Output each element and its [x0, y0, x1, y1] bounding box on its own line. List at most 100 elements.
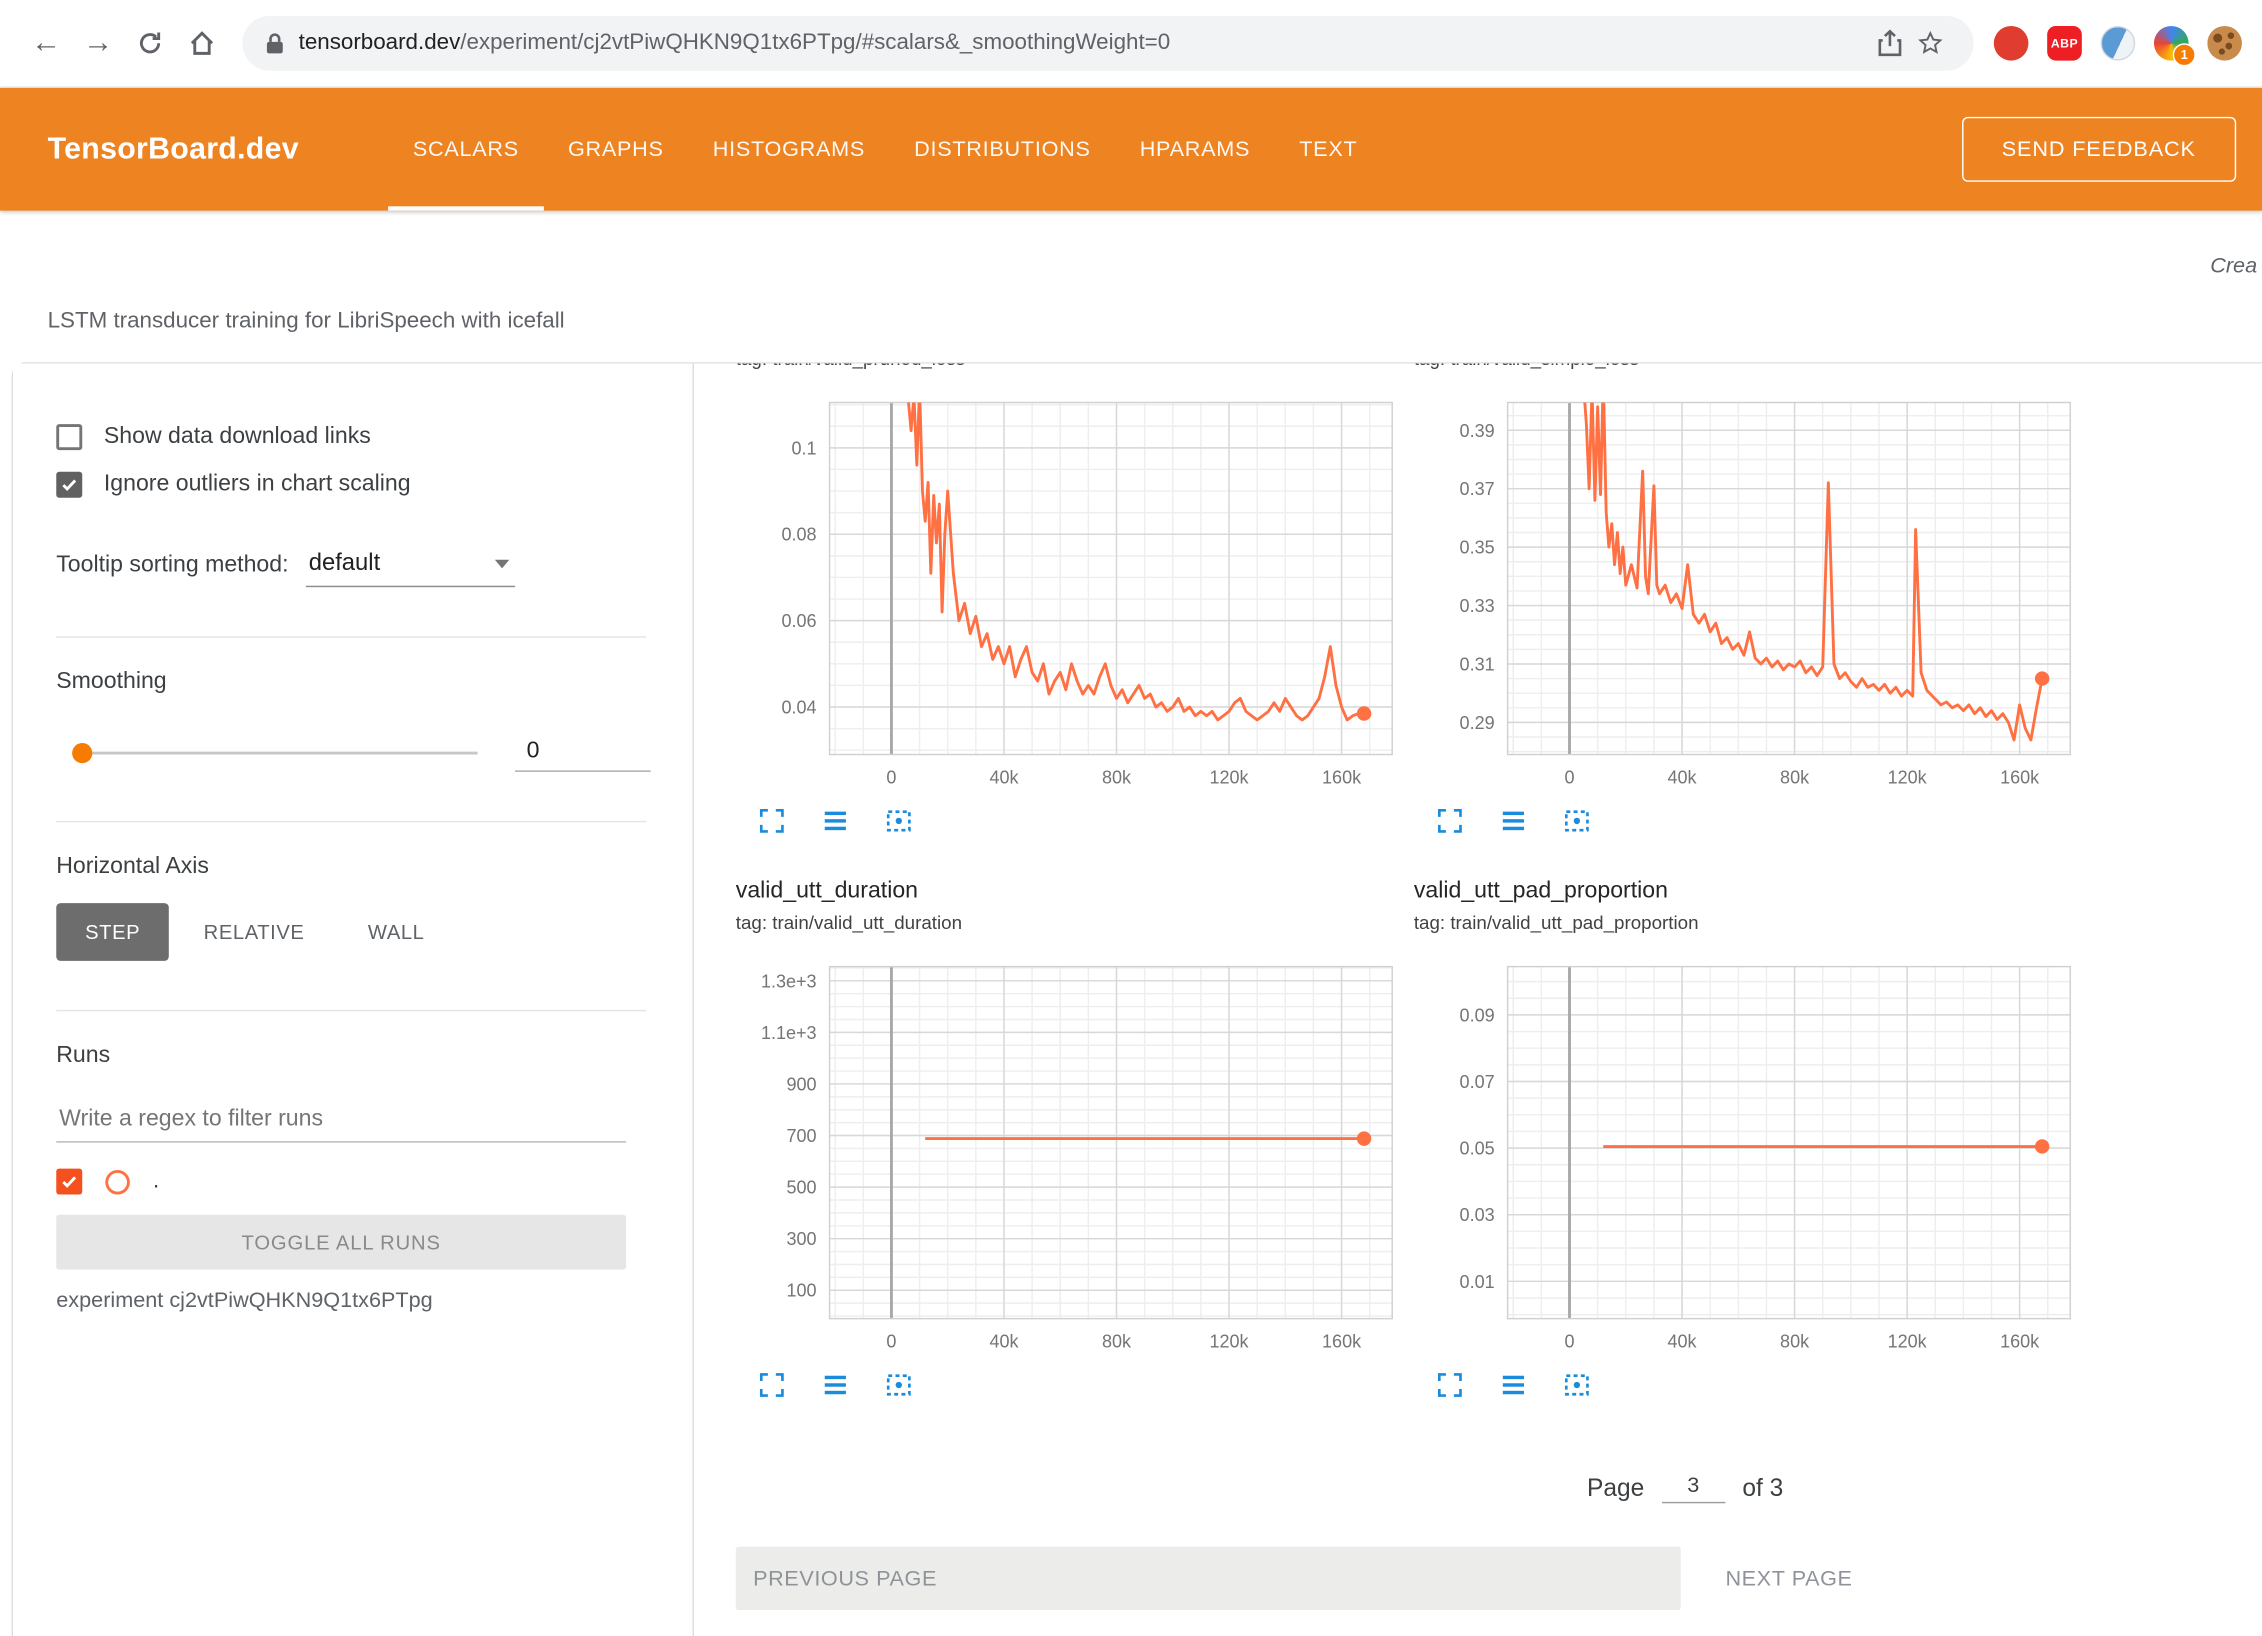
forward-button[interactable]: →: [72, 17, 124, 69]
extension-adblock-icon[interactable]: [1994, 26, 2029, 61]
svg-text:0.01: 0.01: [1460, 1272, 1495, 1292]
svg-text:80k: 80k: [1780, 1331, 1810, 1351]
tab-scalars[interactable]: SCALARS: [388, 88, 543, 211]
send-feedback-button[interactable]: SEND FEEDBACK: [1961, 117, 2236, 182]
bookmark-button[interactable]: [1910, 23, 1950, 63]
tab-text[interactable]: TEXT: [1275, 88, 1382, 211]
svg-text:0.39: 0.39: [1460, 421, 1495, 441]
svg-text:0.08: 0.08: [781, 525, 816, 545]
chart-card-valid-utt-duration: valid_utt_duration tag: train/valid_utt_…: [736, 874, 1400, 1411]
axis-wall-button[interactable]: WALL: [339, 903, 453, 961]
svg-text:40k: 40k: [1668, 1331, 1698, 1351]
chart-plot[interactable]: 040k80k120k160k0.290.310.330.350.370.39: [1414, 391, 2078, 795]
tooltip-sorting-select[interactable]: default: [306, 550, 515, 588]
expand-chart-icon[interactable]: [756, 805, 788, 837]
tab-hparams[interactable]: HPARAMS: [1115, 88, 1275, 211]
url-domain: tensorboard.dev: [299, 30, 461, 55]
svg-text:500: 500: [787, 1178, 817, 1198]
show-download-links-label: Show data download links: [104, 424, 371, 450]
smoothing-label: Smoothing: [56, 669, 692, 695]
horizontal-axis-buttons: STEP RELATIVE WALL: [56, 903, 692, 961]
chart-plot[interactable]: 040k80k120k160k0.010.030.050.070.09: [1414, 955, 2078, 1359]
extension-colorful-icon[interactable]: 1: [2154, 26, 2189, 61]
chart-plot[interactable]: 040k80k120k160k0.040.060.080.1: [736, 391, 1400, 795]
ignore-outliers-checkbox[interactable]: [56, 472, 82, 498]
chart-plot[interactable]: 040k80k120k160k1003005007009001.1e+31.3e…: [736, 955, 1400, 1359]
expand-chart-icon[interactable]: [1434, 805, 1466, 837]
show-download-links-row[interactable]: Show data download links: [56, 424, 692, 450]
page: ← → tensorboard.dev/experiment/cj2vtPiwQ…: [0, 0, 2262, 1636]
svg-text:120k: 120k: [1209, 1331, 1249, 1351]
tooltip-sorting-label: Tooltip sorting method:: [56, 553, 288, 588]
svg-text:0.37: 0.37: [1460, 479, 1495, 499]
chart-toolbar: [1414, 795, 2078, 847]
home-icon: [188, 29, 217, 58]
chart-toolbar: [736, 795, 1400, 847]
svg-text:1.1e+3: 1.1e+3: [761, 1023, 817, 1043]
svg-text:0: 0: [1564, 767, 1574, 787]
svg-text:300: 300: [787, 1229, 817, 1249]
content-panel: Show data download links Ignore outliers…: [12, 362, 2262, 1636]
axis-step-button[interactable]: STEP: [56, 903, 169, 961]
svg-text:0: 0: [886, 1331, 896, 1351]
log-scale-icon[interactable]: [1498, 805, 1530, 837]
address-bar[interactable]: tensorboard.dev/experiment/cj2vtPiwQHKN9…: [242, 16, 1973, 71]
chart-tag: tag: train/valid_simple_loss: [1414, 364, 2078, 374]
run-row[interactable]: .: [56, 1169, 692, 1195]
extension-abp-icon[interactable]: ABP: [2047, 26, 2082, 61]
expand-chart-icon[interactable]: [1434, 1369, 1466, 1401]
extension-cookie-icon[interactable]: [2207, 26, 2242, 61]
svg-text:40k: 40k: [989, 1331, 1019, 1351]
charts-main: tag: train/valid_pruned_loss 040k80k120k…: [694, 364, 2262, 1636]
share-button[interactable]: [1870, 23, 1910, 63]
tab-histograms[interactable]: HISTOGRAMS: [688, 88, 889, 211]
chart-toolbar: [1414, 1359, 2078, 1411]
log-scale-icon[interactable]: [1498, 1369, 1530, 1401]
tab-graphs[interactable]: GRAPHS: [543, 88, 688, 211]
fit-domain-icon[interactable]: [883, 805, 915, 837]
svg-text:0.09: 0.09: [1460, 1005, 1495, 1025]
previous-page-button[interactable]: PREVIOUS PAGE: [736, 1547, 1681, 1610]
log-scale-icon[interactable]: [819, 1369, 851, 1401]
svg-text:80k: 80k: [1102, 1331, 1132, 1351]
smoothing-value-input[interactable]: [515, 733, 651, 772]
subheader: Crea LSTM transducer training for LibriS…: [0, 211, 2262, 362]
fit-domain-icon[interactable]: [1561, 805, 1593, 837]
smoothing-row: [56, 733, 692, 772]
ignore-outliers-row[interactable]: Ignore outliers in chart scaling: [56, 472, 692, 498]
chart-title: valid_utt_duration: [736, 874, 1400, 909]
reload-button[interactable]: [124, 17, 176, 69]
run-name: .: [153, 1169, 159, 1195]
back-button[interactable]: ←: [20, 17, 72, 69]
created-text-partial: Crea: [2210, 254, 2257, 279]
fit-domain-icon[interactable]: [883, 1369, 915, 1401]
share-icon: [1877, 29, 1903, 58]
brand-logo[interactable]: TensorBoard.dev: [48, 132, 299, 167]
extension-pie-icon[interactable]: [2101, 26, 2136, 61]
lock-icon: [265, 32, 284, 55]
fit-domain-icon[interactable]: [1561, 1369, 1593, 1401]
log-scale-icon[interactable]: [819, 805, 851, 837]
runs-regex-input[interactable]: [56, 1098, 626, 1143]
axis-relative-button[interactable]: RELATIVE: [175, 903, 333, 961]
run-checkbox[interactable]: [56, 1169, 82, 1195]
extensions-area: ABP 1: [1994, 26, 2242, 61]
page-input[interactable]: [1662, 1469, 1725, 1504]
slider-thumb[interactable]: [72, 742, 92, 762]
tab-distributions[interactable]: DISTRIBUTIONS: [890, 88, 1116, 211]
svg-text:1.3e+3: 1.3e+3: [761, 971, 817, 991]
svg-text:80k: 80k: [1102, 767, 1132, 787]
svg-text:0.05: 0.05: [1460, 1139, 1495, 1159]
svg-text:80k: 80k: [1780, 767, 1810, 787]
show-download-links-checkbox[interactable]: [56, 424, 82, 450]
chart-toolbar: [736, 1359, 1400, 1411]
expand-chart-icon[interactable]: [756, 1369, 788, 1401]
svg-text:700: 700: [787, 1126, 817, 1146]
svg-text:0.07: 0.07: [1460, 1072, 1495, 1092]
home-button[interactable]: [176, 17, 228, 69]
page-total: of 3: [1742, 1474, 1783, 1503]
next-page-button[interactable]: NEXT PAGE: [1717, 1565, 1861, 1592]
smoothing-slider[interactable]: [76, 751, 477, 754]
toggle-all-runs-button[interactable]: TOGGLE ALL RUNS: [56, 1215, 626, 1270]
check-icon: [59, 1171, 79, 1191]
